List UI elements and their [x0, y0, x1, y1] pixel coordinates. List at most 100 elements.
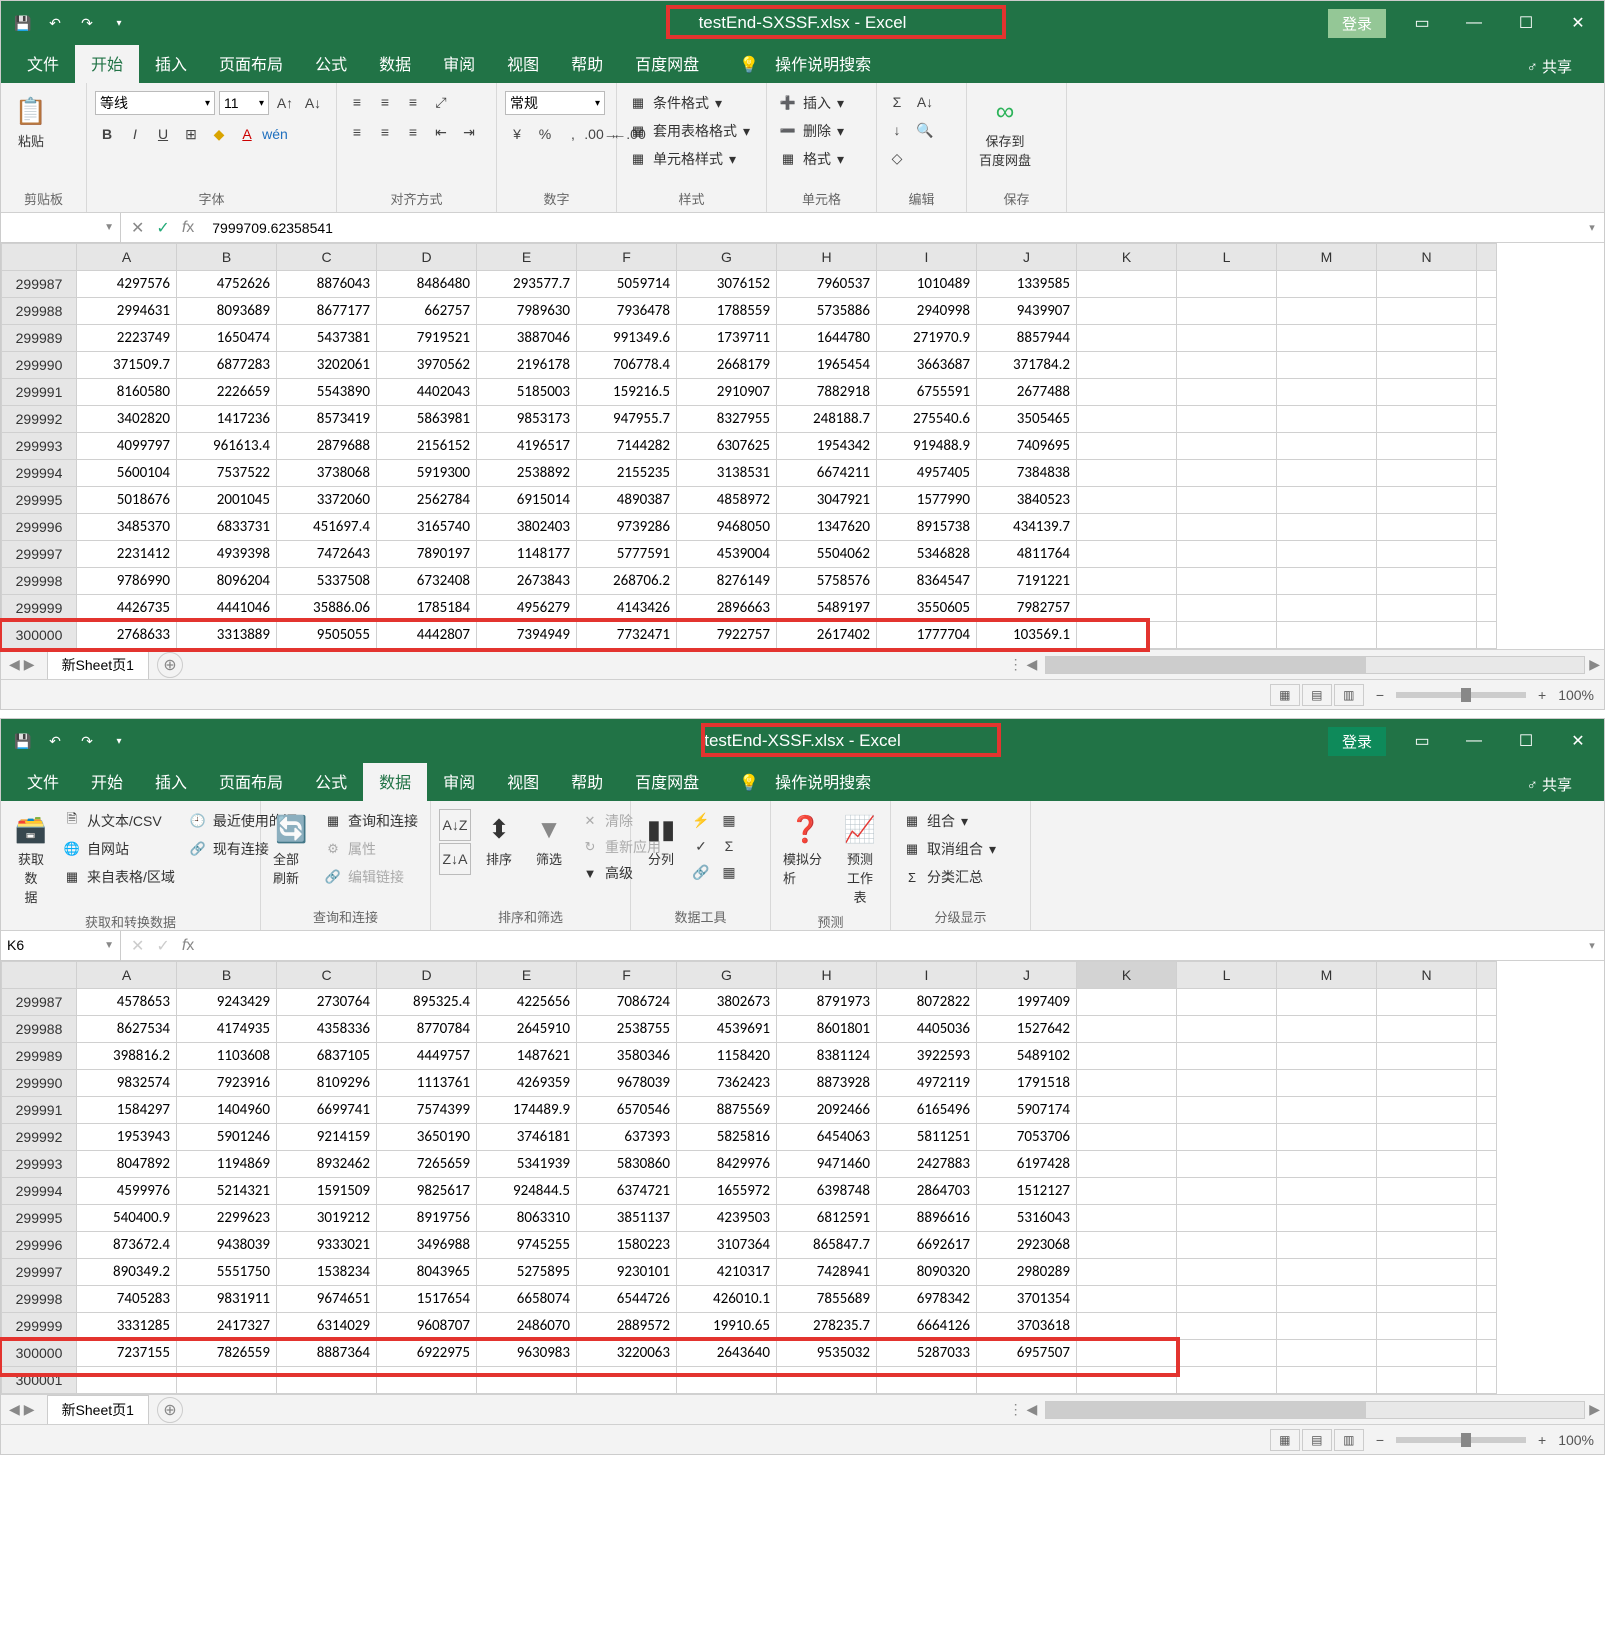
cell[interactable]: [1277, 568, 1377, 595]
cell[interactable]: 1010489: [877, 271, 977, 298]
cell[interactable]: [1177, 379, 1277, 406]
redo-icon[interactable]: ↷: [75, 729, 99, 753]
view-break-icon[interactable]: ▥: [1334, 1429, 1364, 1451]
cell[interactable]: 4752626: [177, 271, 277, 298]
cell[interactable]: 398816.2: [77, 1043, 177, 1070]
row-header[interactable]: 299994: [2, 1178, 77, 1205]
cell[interactable]: [1077, 298, 1177, 325]
cell[interactable]: 1644780: [777, 325, 877, 352]
cell[interactable]: 2299623: [177, 1205, 277, 1232]
login-button[interactable]: 登录: [1328, 9, 1386, 38]
cell[interactable]: 7855689: [777, 1286, 877, 1313]
cell[interactable]: 8072822: [877, 989, 977, 1016]
name-box[interactable]: K6▼: [1, 931, 121, 961]
cell[interactable]: 2196178: [477, 352, 577, 379]
cell[interactable]: 6398748: [777, 1178, 877, 1205]
cell[interactable]: 4269359: [477, 1070, 577, 1097]
cell[interactable]: 174489.9: [477, 1097, 577, 1124]
cell[interactable]: [1377, 1340, 1477, 1367]
cell[interactable]: 9608707: [377, 1313, 477, 1340]
cell[interactable]: 961613.4: [177, 433, 277, 460]
ribbon-display-icon[interactable]: ▭: [1396, 719, 1448, 763]
cell[interactable]: 2889572: [577, 1313, 677, 1340]
cell[interactable]: 9333021: [277, 1232, 377, 1259]
row-header[interactable]: 300000: [2, 622, 77, 649]
accept-formula-icon[interactable]: ✓: [156, 936, 169, 956]
cell[interactable]: 6833731: [177, 514, 277, 541]
cell[interactable]: [1177, 1340, 1277, 1367]
undo-icon[interactable]: ↶: [43, 729, 67, 753]
cell[interactable]: [177, 1367, 277, 1394]
cell[interactable]: [1177, 1043, 1277, 1070]
cell[interactable]: 7237155: [77, 1340, 177, 1367]
cell[interactable]: 5919300: [377, 460, 477, 487]
cell[interactable]: 2486070: [477, 1313, 577, 1340]
cell[interactable]: [1177, 487, 1277, 514]
tab-data[interactable]: 数据: [363, 761, 427, 801]
cell[interactable]: 5185003: [477, 379, 577, 406]
tab-data[interactable]: 数据: [363, 43, 427, 83]
save-icon[interactable]: 💾: [11, 729, 35, 753]
formula-input[interactable]: 7999709.62358541: [204, 220, 1580, 236]
cell[interactable]: 5018676: [77, 487, 177, 514]
cell[interactable]: 6374721: [577, 1178, 677, 1205]
cell[interactable]: 9853173: [477, 406, 577, 433]
col-header[interactable]: N: [1377, 244, 1477, 271]
cell[interactable]: 1580223: [577, 1232, 677, 1259]
cell[interactable]: 8873928: [777, 1070, 877, 1097]
cell[interactable]: 4890387: [577, 487, 677, 514]
cell[interactable]: 8875569: [677, 1097, 777, 1124]
fill-color-icon[interactable]: ◆: [207, 123, 231, 145]
cell[interactable]: 2864703: [877, 1178, 977, 1205]
cell[interactable]: 3076152: [677, 271, 777, 298]
border-icon[interactable]: ⊞: [179, 123, 203, 145]
cell[interactable]: 1739711: [677, 325, 777, 352]
redo-icon[interactable]: ↷: [75, 11, 99, 35]
font-name-select[interactable]: 等线▾: [95, 91, 215, 115]
cell[interactable]: 8932462: [277, 1151, 377, 1178]
cell[interactable]: 8096204: [177, 568, 277, 595]
add-sheet-button[interactable]: ⊕: [157, 1397, 183, 1423]
cell[interactable]: 1954342: [777, 433, 877, 460]
cell[interactable]: [1077, 1313, 1177, 1340]
h-scrollbar[interactable]: [1045, 656, 1585, 674]
currency-icon[interactable]: ¥: [505, 123, 529, 145]
cell[interactable]: [1077, 1286, 1177, 1313]
tab-insert[interactable]: 插入: [139, 761, 203, 801]
cell[interactable]: 7409695: [977, 433, 1077, 460]
cell[interactable]: [1077, 379, 1177, 406]
cell[interactable]: 3650190: [377, 1124, 477, 1151]
cell[interactable]: 159216.5: [577, 379, 677, 406]
cell[interactable]: 7982757: [977, 595, 1077, 622]
cell[interactable]: 9630983: [477, 1340, 577, 1367]
cell[interactable]: 371509.7: [77, 352, 177, 379]
col-header[interactable]: I: [877, 244, 977, 271]
cell[interactable]: 8770784: [377, 1016, 477, 1043]
cell[interactable]: [1377, 271, 1477, 298]
data-val-icon[interactable]: ✓: [689, 835, 713, 857]
cell[interactable]: 7989630: [477, 298, 577, 325]
cell[interactable]: 2617402: [777, 622, 877, 649]
sort-filter-icon[interactable]: A↓: [913, 91, 937, 113]
cell[interactable]: 9505055: [277, 622, 377, 649]
minimize-icon[interactable]: ―: [1448, 1, 1500, 45]
cell[interactable]: 6837105: [277, 1043, 377, 1070]
cell[interactable]: 9786990: [77, 568, 177, 595]
cell[interactable]: 8043965: [377, 1259, 477, 1286]
cell[interactable]: [1277, 622, 1377, 649]
cell[interactable]: 3165740: [377, 514, 477, 541]
cell[interactable]: [1077, 1178, 1177, 1205]
cell[interactable]: [1177, 1232, 1277, 1259]
cell[interactable]: [1377, 1070, 1477, 1097]
cell[interactable]: 7428941: [777, 1259, 877, 1286]
tab-view[interactable]: 视图: [491, 43, 555, 83]
cell[interactable]: 3970562: [377, 352, 477, 379]
cell[interactable]: 3313889: [177, 622, 277, 649]
cell[interactable]: 3372060: [277, 487, 377, 514]
cell[interactable]: 268706.2: [577, 568, 677, 595]
cell[interactable]: [1177, 271, 1277, 298]
cell[interactable]: 9832574: [77, 1070, 177, 1097]
cell[interactable]: 9674651: [277, 1286, 377, 1313]
cell[interactable]: 2879688: [277, 433, 377, 460]
cell[interactable]: [1277, 1178, 1377, 1205]
